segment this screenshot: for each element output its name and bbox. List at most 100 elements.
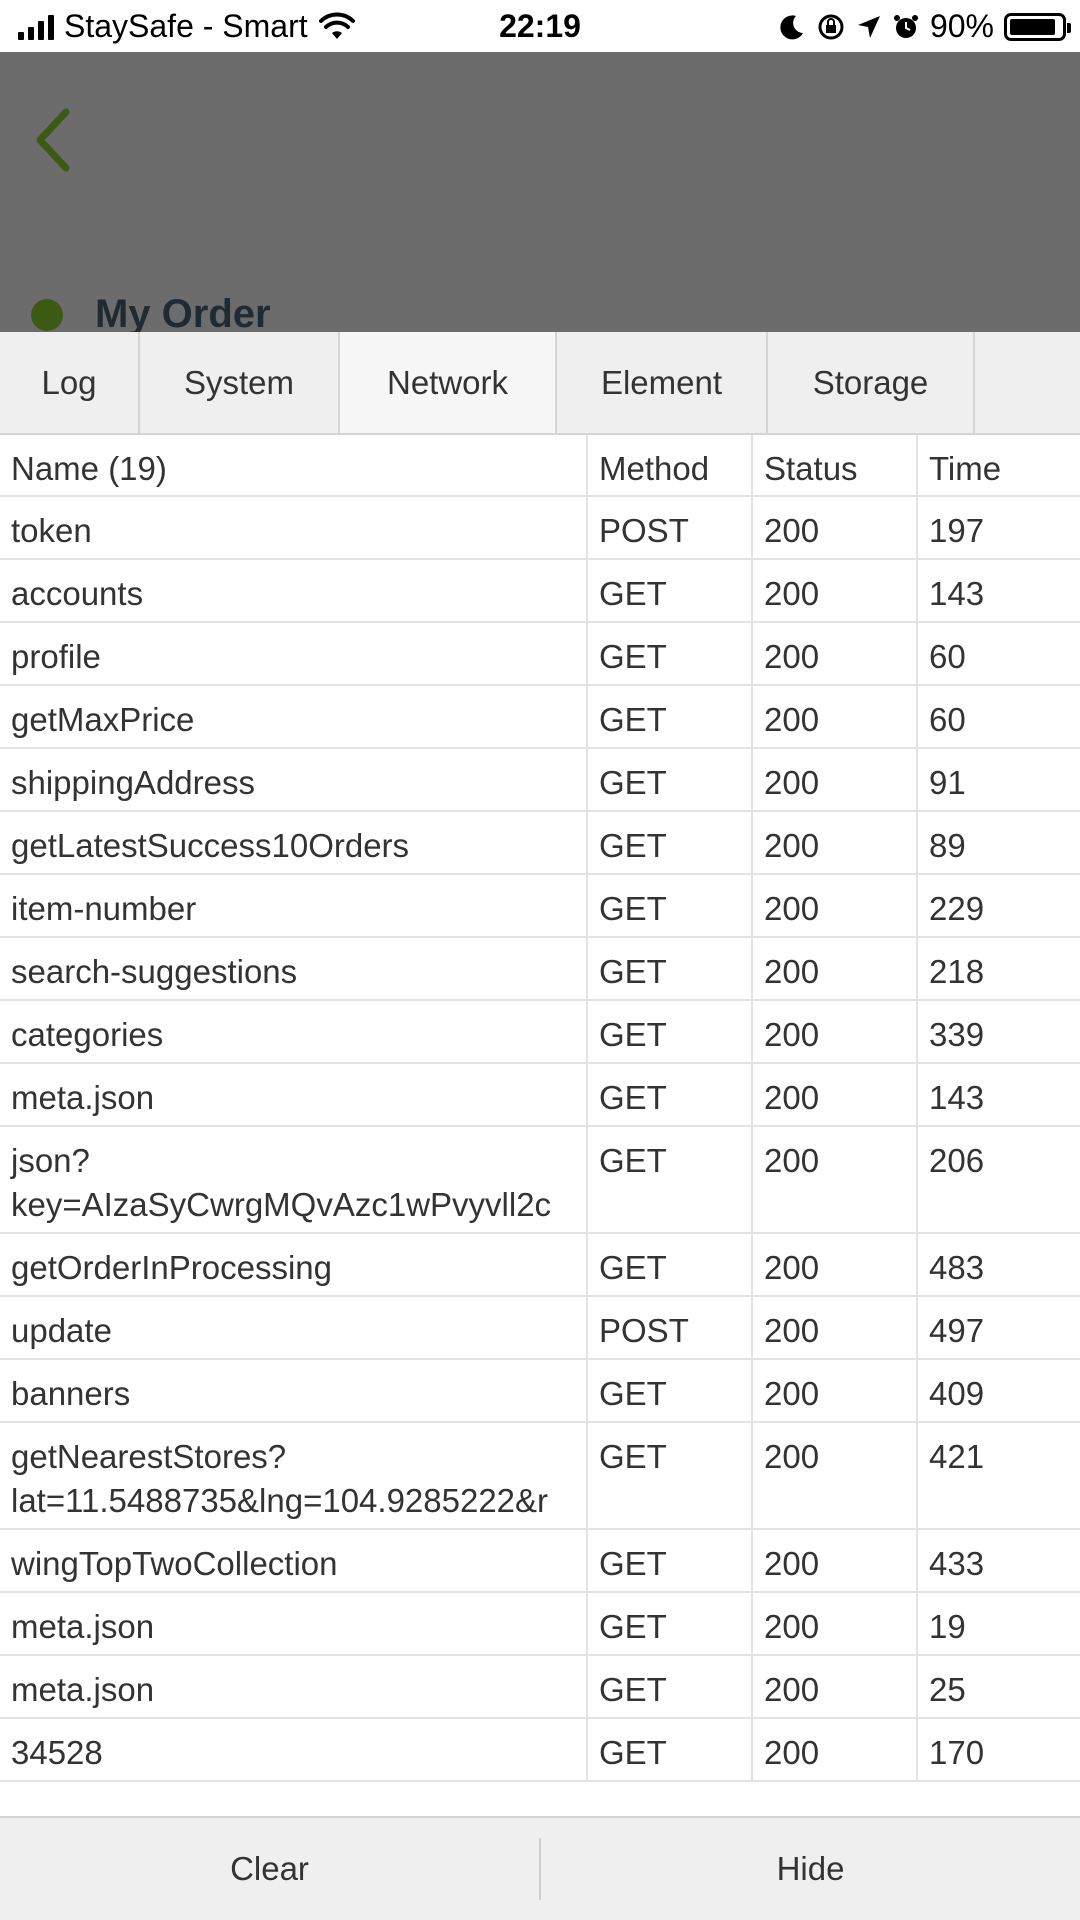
column-header-method[interactable]: Method (588, 435, 753, 495)
request-name-cell: getOrderInProcessing (0, 1234, 588, 1295)
table-row[interactable]: update POST 200 497 (0, 1297, 1080, 1360)
table-row[interactable]: banners GET 200 409 (0, 1360, 1080, 1423)
request-name-cell-text: getLatestSuccess10Orders (11, 827, 410, 864)
time-cell: 91 (918, 749, 1080, 810)
method-cell: GET (588, 686, 753, 747)
time-cell-text: 197 (929, 512, 985, 549)
method-cell: GET (588, 623, 753, 684)
status-cell-text: 200 (764, 1079, 820, 1116)
time-cell-text: 60 (929, 701, 966, 738)
status-cell: 200 (753, 497, 918, 558)
time-cell-text: 91 (929, 764, 966, 801)
request-name-cell-text: getNearestStores? lat=11.5488735&lng=104… (11, 1438, 549, 1519)
time-cell-text: 421 (929, 1438, 985, 1475)
status-cell-text: 200 (764, 890, 820, 927)
table-row[interactable]: token POST 200 197 (0, 497, 1080, 560)
method-cell-text: GET (599, 1608, 667, 1645)
moon-icon (780, 14, 803, 39)
time-cell: 421 (918, 1423, 1080, 1528)
method-cell-text: GET (599, 827, 667, 864)
time-cell: 60 (918, 623, 1080, 684)
method-cell-text: GET (599, 890, 667, 927)
table-row[interactable]: search-suggestions GET 200 218 (0, 938, 1080, 1001)
column-header-time[interactable]: Time (918, 435, 1080, 495)
table-row[interactable]: getNearestStores? lat=11.5488735&lng=104… (0, 1423, 1080, 1530)
request-name-cell: categories (0, 1001, 588, 1062)
table-row[interactable]: accounts GET 200 143 (0, 560, 1080, 623)
table-row[interactable]: wingTopTwoCollection GET 200 433 (0, 1530, 1080, 1593)
table-row[interactable]: meta.json GET 200 19 (0, 1593, 1080, 1656)
status-cell: 200 (753, 1064, 918, 1125)
tab-label: System (183, 363, 295, 401)
clear-button[interactable]: Clear (0, 1818, 539, 1920)
status-cell: 200 (753, 749, 918, 810)
table-row[interactable]: meta.json GET 200 25 (0, 1656, 1080, 1719)
table-row[interactable]: item-number GET 200 229 (0, 875, 1080, 938)
request-name-cell-text: accounts (11, 575, 144, 612)
status-cell: 200 (753, 623, 918, 684)
tab-storage[interactable]: Storage (768, 332, 975, 433)
status-cell-text: 200 (764, 1608, 820, 1645)
table-row[interactable]: profile GET 200 60 (0, 623, 1080, 686)
request-name-cell: update (0, 1297, 588, 1358)
tab-log[interactable]: Log (0, 332, 140, 433)
chevron-left-icon[interactable] (28, 100, 88, 180)
column-header-status[interactable]: Status (753, 435, 918, 495)
column-header-name[interactable]: Name (19) (0, 435, 588, 495)
request-name-cell: accounts (0, 560, 588, 621)
request-name-cell-text: banners (11, 1375, 131, 1412)
request-name-cell-text: meta.json (11, 1079, 155, 1116)
method-cell: GET (588, 1423, 753, 1528)
request-name-cell-text: getMaxPrice (11, 701, 195, 738)
time-cell: 206 (918, 1127, 1080, 1232)
request-name-cell-text: search-suggestions (11, 953, 298, 990)
status-bar-right: 90% (778, 8, 1071, 45)
request-name-cell-text: getOrderInProcessing (11, 1249, 332, 1286)
request-name-cell: meta.json (0, 1064, 588, 1125)
tab-network[interactable]: Network (340, 332, 557, 433)
status-cell-text: 200 (764, 1142, 820, 1179)
method-cell-text: GET (599, 1142, 667, 1179)
time-cell-text: 206 (929, 1142, 985, 1179)
time-cell: 143 (918, 1064, 1080, 1125)
method-cell: GET (588, 749, 753, 810)
method-cell-text: GET (599, 1438, 667, 1475)
tab-element[interactable]: Element (557, 332, 768, 433)
time-cell-text: 143 (929, 1079, 985, 1116)
method-cell-text: GET (599, 1079, 667, 1116)
status-cell: 200 (753, 560, 918, 621)
method-cell: GET (588, 938, 753, 999)
table-row[interactable]: getMaxPrice GET 200 60 (0, 686, 1080, 749)
method-cell: GET (588, 560, 753, 621)
battery-fill (1010, 18, 1055, 35)
table-row[interactable]: meta.json GET 200 143 (0, 1064, 1080, 1127)
alarm-icon (893, 14, 918, 38)
time-cell: 433 (918, 1530, 1080, 1591)
request-name-cell: search-suggestions (0, 938, 588, 999)
table-row[interactable]: json? key=AIzaSyCwrgMQvAzc1wPvyvll2c GET 2… (0, 1127, 1080, 1234)
request-name-cell: item-number (0, 875, 588, 936)
time-cell: 497 (918, 1297, 1080, 1358)
time-cell-text: 218 (929, 953, 985, 990)
table-row[interactable]: 34528 GET 200 170 (0, 1719, 1080, 1782)
table-header-row: Name (19) Method Status Time (0, 435, 1080, 497)
tab-system[interactable]: System (140, 332, 340, 433)
method-cell-text: GET (599, 638, 667, 675)
request-name-cell-text: shippingAddress (11, 764, 255, 801)
table-row[interactable]: getLatestSuccess10Orders GET 200 89 (0, 812, 1080, 875)
time-cell: 409 (918, 1360, 1080, 1421)
method-cell: POST (588, 497, 753, 558)
hide-button[interactable]: Hide (541, 1818, 1080, 1920)
status-cell: 200 (753, 1530, 918, 1591)
method-cell: GET (588, 1530, 753, 1591)
table-row[interactable]: shippingAddress GET 200 91 (0, 749, 1080, 812)
status-bar: StaySafe - Smart 22:19 90% (0, 0, 1080, 52)
table-row[interactable]: categories GET 200 339 (0, 1001, 1080, 1064)
page-title: My Order (95, 292, 271, 336)
table-row[interactable]: getOrderInProcessing GET 200 483 (0, 1234, 1080, 1297)
status-cell: 200 (753, 1360, 918, 1421)
time-cell-text: 25 (929, 1671, 966, 1708)
battery-percent: 90% (929, 8, 994, 44)
method-cell: POST (588, 1297, 753, 1358)
battery-icon (1004, 12, 1071, 41)
